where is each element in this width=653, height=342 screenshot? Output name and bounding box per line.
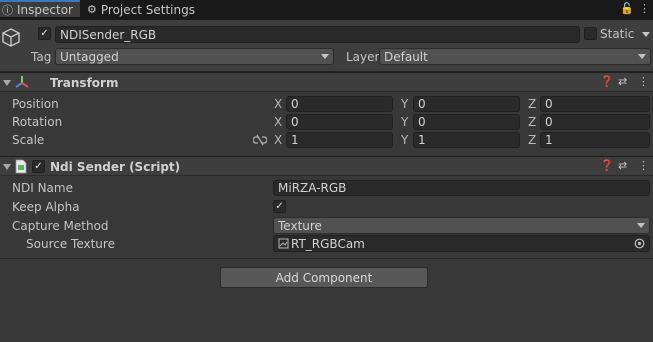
- ndi-name-value: MiRZA-RGB: [278, 181, 347, 195]
- tab-project-settings-label: Project Settings: [100, 2, 195, 17]
- gameobject-name-field[interactable]: NDISender_RGB: [55, 26, 580, 43]
- capture-method-label: Capture Method: [12, 219, 109, 233]
- scale-y-field[interactable]: 1: [413, 132, 520, 148]
- tab-bar: ⓘ Inspector ⚙ Project Settings 🔓 ⋮: [0, 0, 653, 20]
- ndi-sender-header[interactable]: ✓ Ndi Sender (Script) ❓ ⇄ ⋮: [0, 156, 653, 176]
- axis-y-label: Y: [401, 97, 409, 111]
- tag-dropdown[interactable]: Untagged: [55, 48, 334, 65]
- source-texture-field[interactable]: RT_RGBCam: [273, 235, 650, 252]
- more-icon[interactable]: ⋮: [638, 75, 649, 88]
- add-component-button[interactable]: Add Component: [220, 267, 428, 288]
- source-texture-object: RT_RGBCam: [278, 237, 365, 251]
- transform-header[interactable]: Transform ❓ ⇄ ⋮: [0, 72, 653, 92]
- position-label: Position: [12, 97, 59, 111]
- lock-icon[interactable]: 🔓: [620, 2, 634, 15]
- gear-icon: ⚙: [87, 3, 97, 16]
- gameobject-active-toggle[interactable]: ✓: [38, 27, 51, 40]
- tab-project-settings[interactable]: ⚙ Project Settings: [87, 0, 195, 19]
- static-label: Static: [600, 27, 635, 41]
- scale-z-field[interactable]: 1: [540, 132, 650, 148]
- position-x-field[interactable]: 0: [286, 96, 393, 112]
- rotation-x-value: 0: [291, 115, 299, 129]
- scale-z-value: 1: [545, 133, 553, 147]
- keep-alpha-checkbox[interactable]: ✓: [273, 200, 286, 213]
- rotation-z-value: 0: [545, 115, 553, 129]
- gameobject-name-value: NDISender_RGB: [60, 27, 157, 42]
- rotation-z-field[interactable]: 0: [540, 114, 650, 130]
- chevron-down-icon: [638, 54, 646, 59]
- transform-icon: [15, 76, 29, 88]
- foldout-arrow-icon[interactable]: [3, 80, 11, 86]
- source-texture-value: RT_RGBCam: [291, 236, 365, 251]
- gameobject-header: ✓ NDISender_RGB Static Tag Untagged Laye…: [0, 20, 653, 72]
- help-icon[interactable]: ❓: [600, 159, 614, 172]
- scale-label: Scale: [12, 133, 45, 147]
- rotation-label: Rotation: [12, 115, 63, 129]
- chevron-down-icon: [321, 54, 329, 59]
- gameobject-cube-icon: [2, 28, 20, 47]
- add-component-label: Add Component: [275, 270, 373, 285]
- component-separator: [0, 258, 653, 259]
- axis-y-label: Y: [401, 133, 409, 147]
- position-z-value: 0: [545, 97, 553, 111]
- ndi-name-field[interactable]: MiRZA-RGB: [273, 180, 650, 196]
- rotation-y-value: 0: [418, 115, 426, 129]
- tag-value: Untagged: [60, 49, 119, 64]
- position-y-field[interactable]: 0: [413, 96, 520, 112]
- position-x-value: 0: [291, 97, 299, 111]
- static-toggle[interactable]: [584, 27, 597, 40]
- axis-z-label: Z: [528, 97, 537, 111]
- capture-method-value: Texture: [278, 218, 322, 233]
- scale-y-value: 1: [418, 133, 426, 147]
- ndi-sender-title: Ndi Sender (Script): [50, 160, 181, 174]
- layer-label: Layer: [346, 50, 380, 64]
- foldout-arrow-icon[interactable]: [3, 164, 11, 170]
- layer-value: Default: [384, 49, 428, 64]
- help-icon[interactable]: ❓: [600, 75, 614, 88]
- transform-body: Position X 0 Y 0 Z 0 Rotation X 0 Y 0 Z …: [0, 95, 653, 150]
- axis-z-label: Z: [528, 115, 537, 129]
- script-icon: [15, 159, 27, 174]
- tag-label: Tag: [31, 50, 52, 64]
- axis-x-label: X: [274, 115, 283, 129]
- axis-x-label: X: [274, 133, 283, 147]
- layer-dropdown[interactable]: Default: [379, 48, 651, 65]
- capture-method-dropdown[interactable]: Texture: [273, 217, 650, 234]
- position-z-field[interactable]: 0: [540, 96, 650, 112]
- rotation-x-field[interactable]: 0: [286, 114, 393, 130]
- axis-z-label: Z: [528, 133, 537, 147]
- axis-x-label: X: [274, 97, 283, 111]
- ndi-name-label: NDI Name: [12, 181, 73, 195]
- scale-x-value: 1: [291, 133, 299, 147]
- component-enabled-toggle[interactable]: ✓: [32, 160, 45, 173]
- scale-x-field[interactable]: 1: [286, 132, 393, 148]
- axis-y-label: Y: [401, 115, 409, 129]
- more-icon[interactable]: ⋮: [638, 159, 649, 172]
- transform-title: Transform: [50, 76, 119, 90]
- link-icon[interactable]: [253, 134, 267, 146]
- static-dropdown-caret[interactable]: [642, 27, 652, 37]
- info-icon: ⓘ: [2, 3, 13, 17]
- tab-inspector-label: Inspector: [17, 2, 73, 17]
- position-y-value: 0: [418, 97, 426, 111]
- keep-alpha-label: Keep Alpha: [12, 200, 80, 214]
- source-texture-label: Source Texture: [26, 237, 115, 251]
- chevron-down-icon: [637, 223, 645, 228]
- render-texture-icon: [278, 238, 289, 249]
- rotation-y-field[interactable]: 0: [413, 114, 520, 130]
- presets-icon[interactable]: ⇄: [618, 159, 627, 172]
- presets-icon[interactable]: ⇄: [618, 75, 627, 88]
- more-icon[interactable]: ⋮: [639, 2, 650, 15]
- object-picker-icon[interactable]: [634, 238, 645, 249]
- tab-inspector[interactable]: ⓘ Inspector: [0, 0, 80, 17]
- ndi-sender-body: NDI Name MiRZA-RGB Keep Alpha ✓ Capture …: [0, 179, 653, 255]
